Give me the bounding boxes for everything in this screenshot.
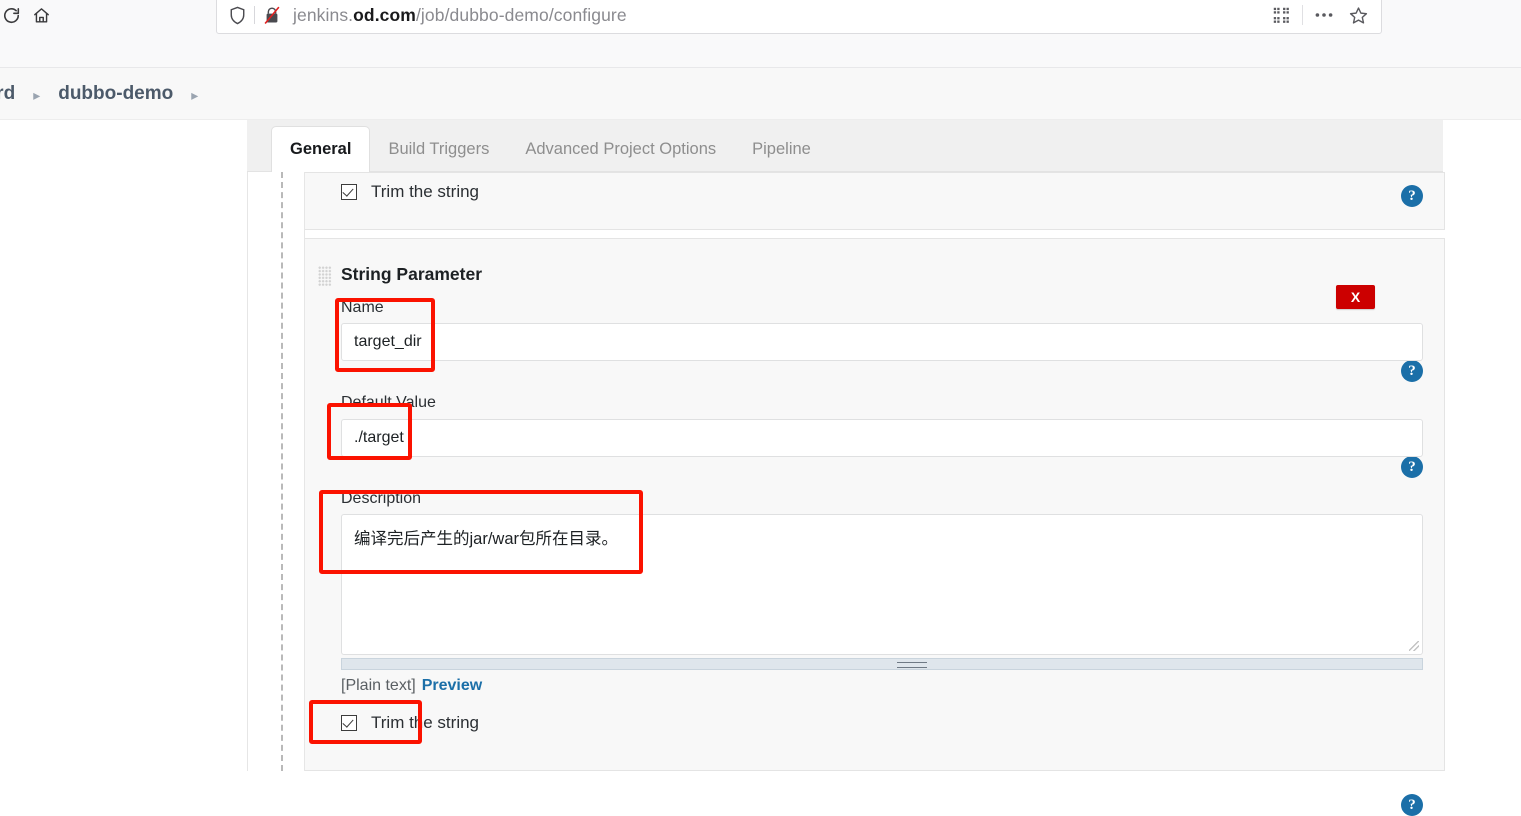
url-path: /job/dubbo-demo/configure — [415, 4, 627, 25]
breadcrumb-item-dashboard[interactable]: oard — [0, 83, 15, 105]
tab-build-triggers[interactable]: Build Triggers — [370, 127, 507, 171]
default-value-input[interactable]: ./target — [341, 419, 1423, 457]
trim-the-string-checkbox-bottom[interactable]: Trim the string — [341, 713, 479, 733]
url-divider — [254, 6, 255, 24]
breadcrumb-separator-icon-2: ▸ — [191, 86, 199, 103]
home-icon[interactable] — [26, 0, 56, 30]
help-icon-trim-top[interactable]: ? — [1401, 185, 1423, 207]
breadcrumb-bar: oard ▸ dubbo-demo ▸ — [0, 68, 1521, 120]
url-host: od.com — [353, 4, 416, 25]
name-input[interactable]: target_dir — [341, 323, 1423, 361]
parameter-column: Trim the string ? String Parameter ? ? ?… — [304, 172, 1445, 816]
config-tab-strip: General Build Triggers Advanced Project … — [247, 120, 1443, 172]
browser-chrome: jenkins.od.com/job/dubbo-demo/configure — [0, 0, 1521, 68]
markup-format-label: [Plain text] — [341, 677, 416, 694]
description-label: Description — [341, 490, 422, 507]
checkbox-icon[interactable] — [341, 184, 357, 200]
breadcrumb-item-dubbo-demo[interactable]: dubbo-demo — [58, 83, 173, 105]
drag-handle-icon[interactable] — [318, 266, 332, 286]
action-divider — [1302, 5, 1303, 25]
qr-code-icon[interactable] — [1264, 0, 1298, 30]
description-resize-bar[interactable] — [341, 658, 1423, 670]
reload-icon[interactable] — [0, 0, 26, 30]
name-label: Name — [341, 299, 384, 316]
string-parameter-title: String Parameter — [341, 264, 483, 284]
config-body: Trim the string ? String Parameter ? ? ?… — [247, 172, 1445, 816]
url-subdomain: jenkins. — [293, 4, 354, 25]
tab-general[interactable]: General — [271, 126, 371, 172]
job-configure-panel: General Build Triggers Advanced Project … — [247, 120, 1445, 816]
checkbox-icon[interactable] — [341, 715, 357, 731]
url-text: jenkins.od.com/job/dubbo-demo/configure — [293, 5, 627, 26]
help-icon-default-value[interactable]: ? — [1401, 456, 1423, 478]
address-bar[interactable]: jenkins.od.com/job/dubbo-demo/configure — [216, 0, 1382, 34]
breadcrumb: oard ▸ dubbo-demo ▸ — [0, 68, 216, 120]
default-value-label: Default Value — [341, 394, 436, 411]
help-icon-trim-bottom[interactable]: ? — [1401, 794, 1423, 816]
resize-grip-icon[interactable] — [1409, 641, 1419, 651]
description-textarea[interactable]: 编译完后产生的jar/war包所在目录。 — [341, 514, 1423, 655]
tab-pipeline[interactable]: Pipeline — [734, 127, 829, 171]
bookmark-star-icon[interactable] — [1341, 0, 1375, 30]
trim-the-string-label-top: Trim the string — [371, 182, 480, 201]
preview-link[interactable]: Preview — [422, 677, 482, 694]
delete-parameter-button[interactable]: X — [1336, 285, 1375, 309]
description-text: 编译完后产生的jar/war包所在目录。 — [354, 530, 619, 548]
address-bar-actions — [1264, 0, 1375, 33]
more-options-icon[interactable] — [1307, 0, 1341, 30]
trim-the-string-checkbox-top[interactable]: Trim the string — [341, 182, 479, 202]
markup-preview-line: [Plain text] Preview — [341, 677, 482, 695]
nesting-guide-line — [281, 172, 283, 771]
string-parameter-block: String Parameter ? ? ? ? ? Name target_d… — [305, 238, 1445, 816]
shield-icon[interactable] — [229, 6, 246, 25]
help-icon-parameter[interactable]: ? — [1401, 360, 1423, 382]
tracker-blocked-icon[interactable] — [263, 6, 281, 25]
previous-parameter-block: Trim the string ? — [305, 172, 1445, 230]
tab-advanced-project-options[interactable]: Advanced Project Options — [507, 127, 734, 171]
trim-the-string-label-bottom: Trim the string — [371, 713, 480, 732]
breadcrumb-separator-icon: ▸ — [33, 86, 41, 103]
